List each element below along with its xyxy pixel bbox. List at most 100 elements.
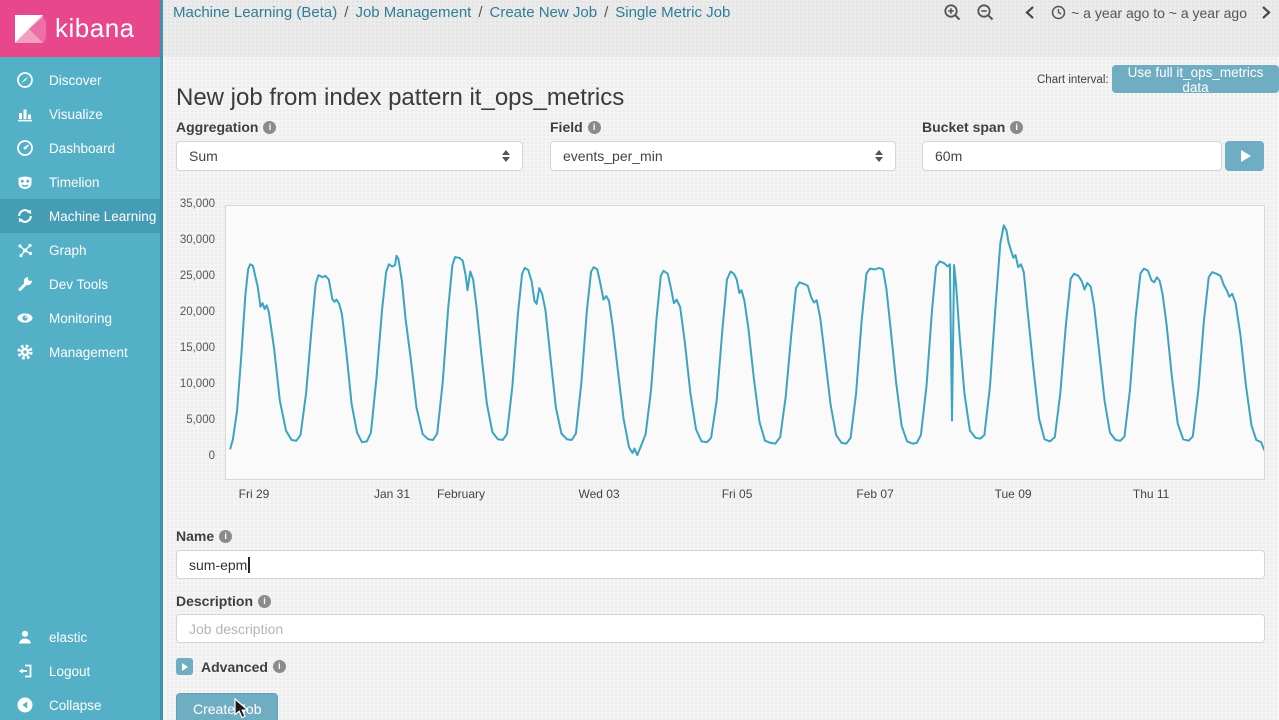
disclosure-arrow-icon [176, 658, 193, 675]
bucket-span-input[interactable]: 60m [922, 141, 1222, 171]
field-select[interactable]: events_per_min [550, 141, 896, 171]
y-axis-tick-label: 15,000 [166, 342, 215, 354]
select-spinner-icon [875, 150, 883, 162]
create-job-button[interactable]: Create Job [176, 693, 278, 720]
x-axis-tick-label: February [426, 487, 496, 501]
sidebar-item-discover[interactable]: Discover [0, 63, 160, 97]
sidebar-item-management[interactable]: Management [0, 335, 160, 369]
description-input[interactable]: Job description [176, 614, 1265, 643]
y-axis-tick-label: 30,000 [166, 234, 215, 246]
advanced-toggle[interactable]: Advancedi [176, 658, 286, 675]
sidebar-item-collapse[interactable]: Collapse [0, 688, 160, 720]
mask-icon [15, 173, 35, 191]
y-axis-tick-label: 5,000 [166, 414, 215, 426]
info-icon[interactable]: i [219, 530, 232, 543]
text-caret [248, 557, 250, 573]
sidebar-item-graph[interactable]: Graph [0, 233, 160, 267]
sidebar-item-label: Logout [49, 664, 90, 679]
machine-learning-icon [15, 207, 35, 225]
name-input[interactable]: sum-epm [176, 550, 1265, 579]
play-button[interactable] [1225, 141, 1264, 171]
breadcrumb-machine-learning[interactable]: Machine Learning (Beta) [173, 4, 337, 21]
sidebar-item-visualize[interactable]: Visualize [0, 97, 160, 131]
sidebar-item-label: Management [49, 345, 128, 360]
bar-chart-icon [15, 105, 35, 123]
sidebar-item-label: Dashboard [49, 141, 115, 156]
info-icon[interactable]: i [263, 121, 276, 134]
sidebar-item-label: Graph [49, 243, 87, 258]
x-axis-tick-label: Fri 05 [702, 487, 772, 501]
logout-icon [15, 662, 35, 680]
info-icon[interactable]: i [273, 660, 286, 673]
sidebar-item-label: Discover [49, 73, 102, 88]
sidebar-nav: Discover Visualize Dashboard Timelion Ma… [0, 63, 160, 369]
metric-preview-chart[interactable] [225, 205, 1265, 480]
name-label: Namei [176, 528, 232, 544]
time-range-picker[interactable]: ~ a year ago to ~ a year ago [1051, 5, 1247, 21]
breadcrumb-create-new-job[interactable]: Create New Job [490, 4, 598, 21]
breadcrumb-separator: / [478, 4, 482, 21]
zoom-in-icon[interactable] [943, 3, 962, 22]
sidebar-item-monitoring[interactable]: Monitoring [0, 301, 160, 335]
time-range-text: ~ a year ago to ~ a year ago [1071, 5, 1247, 21]
x-axis-tick-label: Fri 29 [219, 487, 289, 501]
sidebar-item-label: elastic [49, 630, 87, 645]
gear-icon [15, 343, 35, 361]
top-navbar: Machine Learning (Beta) / Job Management / C… [163, 0, 1279, 57]
sidebar-item-label: Visualize [49, 107, 103, 122]
sidebar-item-timelion[interactable]: Timelion [0, 165, 160, 199]
breadcrumb-separator: / [344, 4, 348, 21]
aggregation-select[interactable]: Sum [176, 141, 523, 171]
breadcrumb: Machine Learning (Beta) / Job Management / C… [173, 4, 730, 21]
info-icon[interactable]: i [258, 595, 271, 608]
y-axis-tick-label: 10,000 [166, 378, 215, 390]
kibana-logo-text: kibana [55, 13, 135, 44]
collapse-circle-icon [15, 696, 35, 714]
select-spinner-icon [502, 150, 510, 162]
zoom-out-icon[interactable] [976, 3, 995, 22]
x-axis-tick-label: Feb 07 [840, 487, 910, 501]
use-full-data-button[interactable]: Use full it_ops_metrics data [1112, 65, 1279, 93]
aggregation-label: Aggregationi [176, 119, 276, 135]
main-content: New job from index pattern it_ops_metric… [166, 57, 1279, 720]
play-icon [1241, 150, 1251, 162]
sidebar-item-dashboard[interactable]: Dashboard [0, 131, 160, 165]
y-axis-tick-label: 35,000 [166, 198, 215, 210]
bucket-span-label: Bucket spani [922, 119, 1023, 135]
kibana-logo-icon [12, 12, 46, 46]
info-icon[interactable]: i [1010, 121, 1023, 134]
wrench-icon [15, 275, 35, 293]
time-back-chevron-icon[interactable] [1025, 5, 1035, 20]
breadcrumb-job-management[interactable]: Job Management [355, 4, 471, 21]
info-icon[interactable]: i [588, 121, 601, 134]
kibana-logo[interactable]: kibana [0, 0, 160, 57]
y-axis-tick-label: 20,000 [166, 306, 215, 318]
x-axis-tick-label: Thu 11 [1116, 487, 1186, 501]
time-controls: ~ a year ago to ~ a year ago [929, 3, 1271, 22]
sidebar: kibana Discover Visualize Dashboard Time… [0, 0, 163, 720]
page-title: New job from index pattern it_ops_metric… [176, 84, 624, 112]
sidebar-item-user-elastic[interactable]: elastic [0, 620, 160, 654]
sidebar-item-machine-learning[interactable]: Machine Learning [0, 199, 160, 233]
eye-icon [15, 309, 35, 327]
field-label: Fieldi [550, 119, 601, 135]
gauge-icon [15, 139, 35, 157]
x-axis-tick-label: Wed 03 [564, 487, 634, 501]
sidebar-item-dev-tools[interactable]: Dev Tools [0, 267, 160, 301]
y-axis-tick-label: 25,000 [166, 270, 215, 282]
sidebar-footer: elastic Logout Collapse [0, 620, 160, 720]
breadcrumb-separator: / [604, 4, 608, 21]
advanced-label: Advancedi [201, 659, 286, 675]
sidebar-item-label: Machine Learning [49, 209, 156, 224]
sidebar-item-label: Collapse [49, 698, 102, 713]
description-label: Descriptioni [176, 593, 271, 609]
x-axis-tick-label: Tue 09 [978, 487, 1048, 501]
breadcrumb-single-metric-job[interactable]: Single Metric Job [615, 4, 730, 21]
sidebar-item-label: Dev Tools [49, 277, 108, 292]
x-axis-tick-label: Jan 31 [357, 487, 427, 501]
compass-icon [15, 71, 35, 89]
metric-line-series [230, 225, 1265, 455]
sidebar-item-logout[interactable]: Logout [0, 654, 160, 688]
time-forward-chevron-icon[interactable] [1261, 5, 1271, 20]
clock-icon [1051, 5, 1066, 20]
